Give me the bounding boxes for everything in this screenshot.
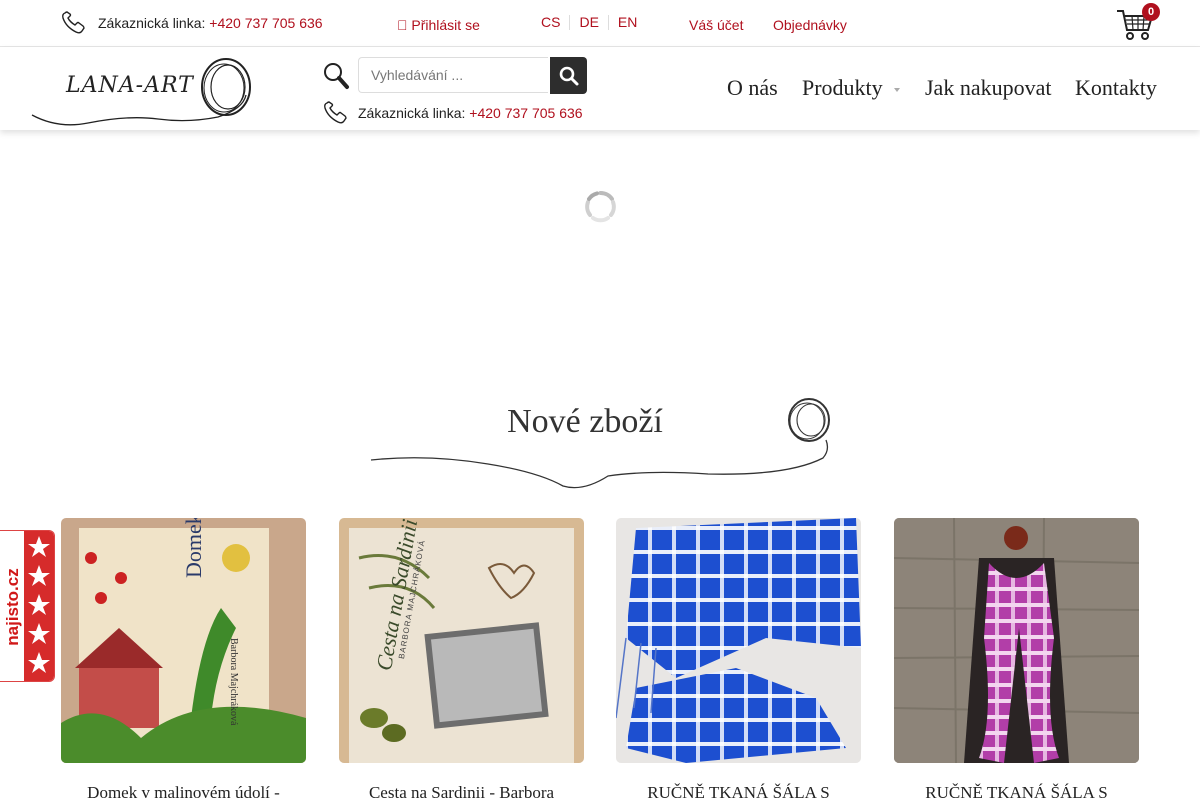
chevron-down-icon[interactable] (894, 88, 900, 92)
hotline-label: Zákaznická linka: (98, 15, 206, 31)
loading-spinner-icon (585, 191, 616, 223)
product-card[interactable]: Cesta na Sardinii BARBORA MAJCHRÁKOVÁ Ce… (339, 518, 584, 803)
search-button[interactable] (550, 57, 587, 94)
cart-count-badge: 0 (1142, 3, 1160, 21)
search-icon (559, 66, 578, 85)
nav-about[interactable]: O nás (727, 75, 778, 101)
phone-icon (62, 11, 85, 34)
nav-products[interactable]: Produkty (802, 75, 883, 101)
product-name[interactable]: RUČNĚ TKANÁ ŠÁLA S (616, 783, 861, 803)
main-header: LANA-ART Zákaznická linka: +420 737 705 … (0, 47, 1200, 130)
hotline-number-link[interactable]: +420 737 705 636 (209, 15, 322, 31)
site-logo[interactable]: LANA-ART (28, 57, 258, 127)
product-image[interactable] (894, 518, 1139, 763)
hotline-number-link[interactable]: +420 737 705 636 (469, 105, 582, 121)
search-input[interactable] (358, 57, 548, 93)
orders-link[interactable]: Objednávky (773, 17, 847, 33)
top-bar: Zákaznická linka: +420 737 705 636   Při… (0, 0, 1200, 47)
logo-text: LANA-ART (66, 73, 194, 98)
najisto-label: najisto.cz (3, 568, 22, 646)
product-card[interactable]: RUČNĚ TKANÁ ŠÁLA S (616, 518, 861, 803)
lang-de[interactable]: DE (570, 15, 609, 30)
book-cover-title: Domek v malinovém údolí (181, 518, 207, 578)
magnifier-icon (324, 63, 349, 89)
lang-en[interactable]: EN (609, 15, 646, 30)
cart-button[interactable]: 0 (1116, 3, 1160, 44)
najisto-badge[interactable]: najisto.cz (0, 530, 55, 682)
product-image[interactable] (616, 518, 861, 763)
hotline-label: Zákaznická linka: (358, 105, 466, 121)
product-card[interactable]: RUČNĚ TKANÁ ŠÁLA S (894, 518, 1139, 803)
product-image[interactable]: Domek v malinovém údolí Barbora Majchrák… (61, 518, 306, 763)
login-link[interactable]:   Přihlásit se (397, 17, 480, 33)
product-name[interactable]: Cesta na Sardinii - Barbora (339, 783, 584, 803)
product-name[interactable]: RUČNĚ TKANÁ ŠÁLA S (894, 783, 1139, 803)
header-hotline: Zákaznická linka: +420 737 705 636 (322, 100, 583, 126)
nav-how-to-buy[interactable]: Jak nakupovat (925, 75, 1051, 101)
phone-icon (324, 101, 347, 124)
book-cover-author: Barbora Majchráková (228, 638, 239, 726)
lang-cs[interactable]: CS (532, 15, 571, 30)
product-name[interactable]: Domek v malinovém údolí - (61, 783, 306, 803)
account-link[interactable]: Váš účet (689, 17, 743, 33)
top-hotline: Zákaznická linka: +420 737 705 636 (60, 10, 323, 36)
language-switcher: CS DE EN (532, 15, 646, 30)
rating-stars (24, 531, 54, 681)
nav-contacts[interactable]: Kontakty (1075, 75, 1157, 101)
section-title-new-goods: Nové zboží (507, 403, 663, 440)
product-card[interactable]: Domek v malinovém údolí Barbora Majchrák… (61, 518, 306, 803)
product-image[interactable]: Cesta na Sardinii BARBORA MAJCHRÁKOVÁ (339, 518, 584, 763)
